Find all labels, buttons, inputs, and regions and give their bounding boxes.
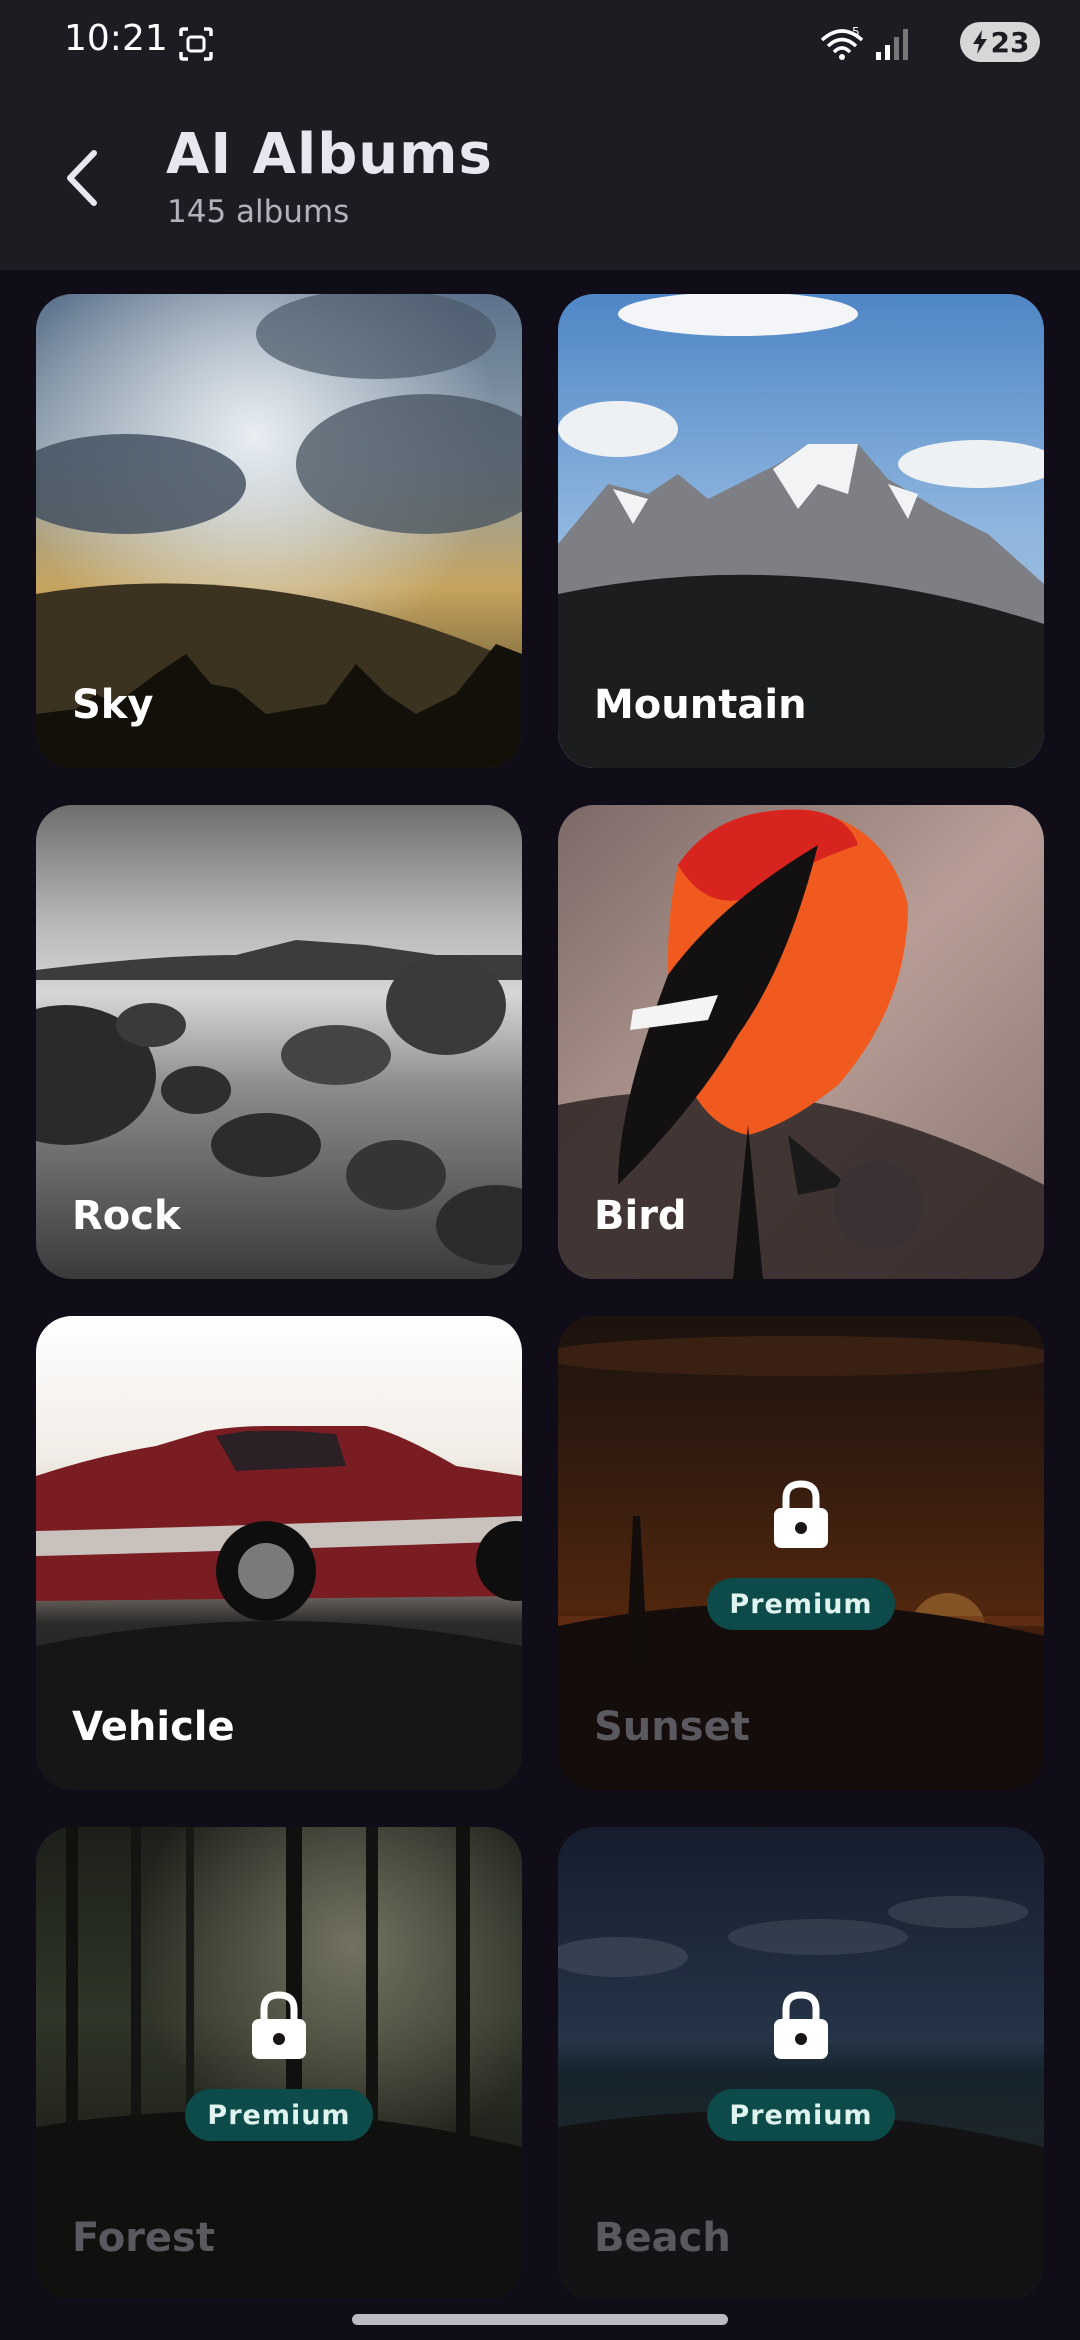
app-bar: AI Albums 145 albums: [0, 88, 1080, 270]
back-arrow-icon: [67, 150, 97, 206]
album-card-sunset[interactable]: Premium Sunset: [558, 1316, 1044, 1790]
album-card-bird[interactable]: Bird: [558, 805, 1044, 1279]
album-label: Sky: [72, 682, 154, 728]
lock-icon: [774, 1480, 828, 1548]
premium-badge: Premium: [707, 1578, 895, 1630]
home-gesture-handle[interactable]: [352, 2314, 728, 2325]
album-card-beach[interactable]: Premium Beach: [558, 1827, 1044, 2301]
battery-level: 23: [990, 25, 1030, 59]
status-bar: 10:21 5 23: [0, 0, 1080, 88]
album-card-vehicle[interactable]: Vehicle: [36, 1316, 522, 1790]
wifi-icon: 5: [820, 26, 864, 60]
back-button[interactable]: [50, 140, 114, 216]
lock-icon: [252, 1991, 306, 2059]
album-label: Sunset: [594, 1704, 750, 1750]
page-title: AI Albums: [166, 122, 493, 187]
album-card-mountain[interactable]: Mountain: [558, 294, 1044, 768]
album-card-forest[interactable]: Premium Forest: [36, 1827, 522, 2301]
album-label: Bird: [594, 1193, 687, 1239]
album-label: Forest: [72, 2215, 215, 2261]
album-label: Mountain: [594, 682, 807, 728]
premium-badge: Premium: [185, 2089, 373, 2141]
status-time: 10:21: [64, 18, 168, 59]
lock-icon: [774, 1991, 828, 2059]
album-count: 145 albums: [167, 194, 350, 230]
svg-text:5: 5: [852, 26, 860, 39]
premium-badge: Premium: [707, 2089, 895, 2141]
charging-bolt-icon: [972, 30, 987, 54]
album-card-sky[interactable]: Sky: [36, 294, 522, 768]
album-label: Vehicle: [72, 1704, 235, 1750]
album-label: Beach: [594, 2215, 731, 2261]
album-grid: Sky Mountain Rock Bird Vehicle Premium S…: [36, 294, 1044, 2301]
album-label: Rock: [72, 1193, 181, 1239]
album-card-rock[interactable]: Rock: [36, 805, 522, 1279]
screenshot-icon: [179, 27, 213, 61]
signal-icon: [876, 29, 908, 60]
navigation-bar: [0, 2298, 1080, 2340]
battery-indicator: 23: [960, 22, 1040, 62]
